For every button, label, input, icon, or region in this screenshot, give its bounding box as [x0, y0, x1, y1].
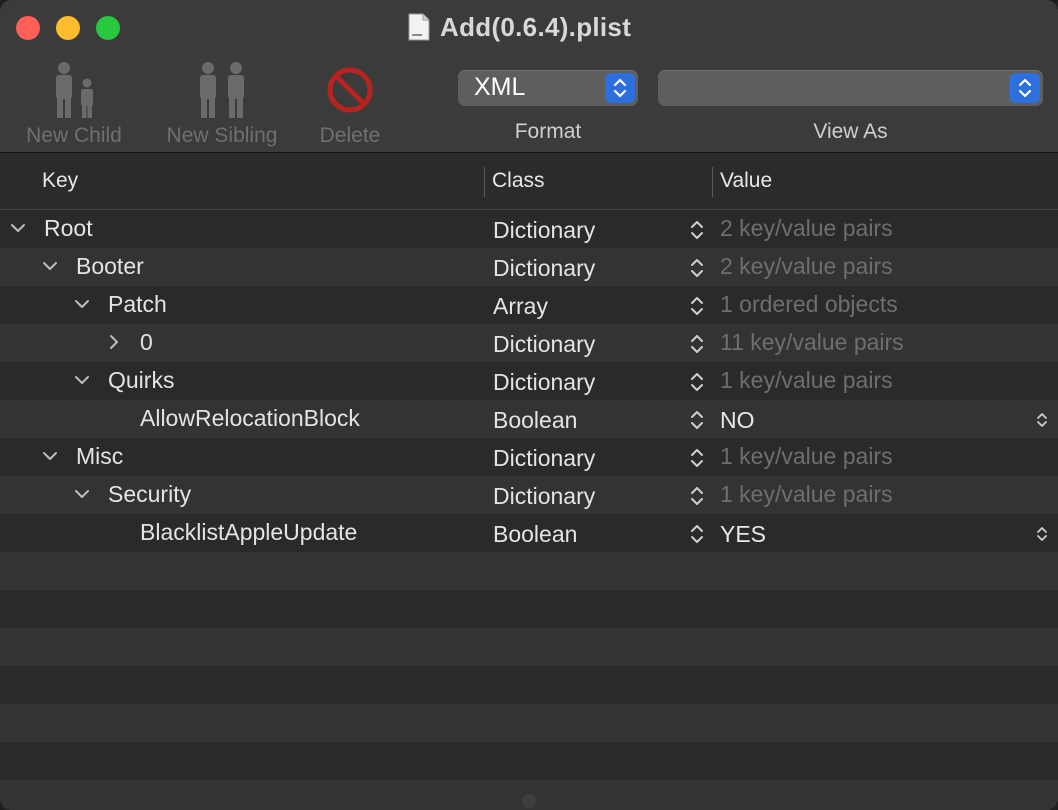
row-key[interactable]: BlacklistAppleUpdate — [140, 519, 357, 546]
row-class[interactable]: Dictionary — [493, 255, 595, 282]
column-header-class[interactable]: Class — [492, 169, 545, 193]
view-as-popup[interactable] — [658, 70, 1043, 106]
row-class[interactable]: Boolean — [493, 407, 577, 434]
table-row[interactable]: Security Dictionary 1 key/value pairs — [0, 476, 1058, 514]
updown-chevron-icon — [1010, 73, 1040, 103]
close-window-button[interactable] — [16, 16, 40, 40]
chevron-down-icon[interactable] — [73, 371, 91, 389]
new-child-button[interactable]: New Child — [18, 58, 130, 148]
value-popup-icon[interactable] — [1035, 411, 1049, 429]
row-value[interactable]: 2 key/value pairs — [720, 215, 893, 242]
chevron-down-icon[interactable] — [41, 447, 59, 465]
empty-row — [0, 666, 1058, 704]
row-key[interactable]: Misc — [76, 443, 123, 470]
class-stepper-icon[interactable] — [688, 294, 706, 318]
row-class[interactable]: Dictionary — [493, 483, 595, 510]
table-row[interactable]: BlacklistAppleUpdate Boolean YES — [0, 514, 1058, 552]
row-class[interactable]: Dictionary — [493, 369, 595, 396]
window-title-text: Add(0.6.4).plist — [440, 11, 632, 42]
class-stepper-icon[interactable] — [688, 256, 706, 280]
new-sibling-button[interactable]: New Sibling — [158, 58, 286, 148]
class-stepper-icon[interactable] — [688, 484, 706, 508]
chevron-down-icon[interactable] — [73, 295, 91, 313]
row-value[interactable]: 1 key/value pairs — [720, 367, 893, 394]
class-stepper-icon[interactable] — [688, 370, 706, 394]
row-class[interactable]: Dictionary — [493, 331, 595, 358]
siblings-icon — [200, 62, 244, 118]
row-value[interactable]: 1 key/value pairs — [720, 443, 893, 470]
row-value[interactable]: 11 key/value pairs — [720, 329, 904, 356]
row-value[interactable]: 1 key/value pairs — [720, 481, 893, 508]
table-header: Key Class Value — [0, 153, 1058, 210]
chevron-down-icon[interactable] — [41, 257, 59, 275]
format-label: Format — [514, 120, 582, 143]
empty-row — [0, 590, 1058, 628]
title-toolbar: Add(0.6.4).plist New Child New Sibling D… — [0, 0, 1058, 153]
empty-row — [0, 704, 1058, 742]
class-stepper-icon[interactable] — [688, 446, 706, 470]
class-stepper-icon[interactable] — [688, 218, 706, 242]
table-row[interactable]: Quirks Dictionary 1 key/value pairs — [0, 362, 1058, 400]
view-as-label: View As — [813, 120, 888, 143]
table-row[interactable]: Patch Array 1 ordered objects — [0, 286, 1058, 324]
table-row[interactable]: Booter Dictionary 2 key/value pairs — [0, 248, 1058, 286]
value-popup-icon[interactable] — [1035, 525, 1049, 543]
row-class[interactable]: Dictionary — [493, 445, 595, 472]
empty-row — [0, 552, 1058, 590]
table-row[interactable]: 0 Dictionary 11 key/value pairs — [0, 324, 1058, 362]
row-key[interactable]: Quirks — [108, 367, 174, 394]
row-value[interactable]: NO — [720, 407, 755, 434]
row-key[interactable]: Root — [44, 215, 93, 242]
new-child-label: New Child — [26, 124, 122, 147]
format-popup[interactable]: XML — [458, 70, 638, 106]
table-row[interactable]: Misc Dictionary 1 key/value pairs — [0, 438, 1058, 476]
zoom-window-button[interactable] — [96, 16, 120, 40]
chevron-right-icon[interactable] — [105, 333, 123, 351]
prohibited-icon — [327, 67, 373, 113]
chevron-down-icon[interactable] — [9, 219, 27, 237]
new-sibling-label: New Sibling — [166, 124, 278, 147]
delete-button[interactable]: Delete — [310, 58, 390, 148]
parent-child-icon — [56, 62, 93, 118]
row-value[interactable]: 1 ordered objects — [720, 291, 898, 318]
plist-file-icon — [408, 13, 430, 41]
plist-editor-window: Add(0.6.4).plist New Child New Sibling D… — [0, 0, 1058, 810]
updown-chevron-icon — [605, 73, 635, 103]
resize-handle[interactable] — [522, 794, 536, 808]
row-value[interactable]: YES — [720, 521, 766, 548]
column-header-key[interactable]: Key — [42, 169, 78, 193]
column-header-value[interactable]: Value — [720, 169, 772, 193]
class-stepper-icon[interactable] — [688, 522, 706, 546]
row-class[interactable]: Array — [493, 293, 548, 320]
row-class[interactable]: Boolean — [493, 521, 577, 548]
empty-row — [0, 742, 1058, 780]
row-key[interactable]: 0 — [140, 329, 153, 356]
delete-label: Delete — [319, 124, 381, 147]
class-stepper-icon[interactable] — [688, 332, 706, 356]
row-key[interactable]: Booter — [76, 253, 144, 280]
table-row[interactable]: Root Dictionary 2 key/value pairs — [0, 210, 1058, 248]
empty-row — [0, 628, 1058, 666]
window-title: Add(0.6.4).plist — [408, 10, 631, 44]
row-key[interactable]: Patch — [108, 291, 167, 318]
column-divider[interactable] — [484, 167, 485, 197]
minimize-window-button[interactable] — [56, 16, 80, 40]
row-class[interactable]: Dictionary — [493, 217, 595, 244]
outline-view: Root Dictionary 2 key/value pairs Booter… — [0, 210, 1058, 810]
table-row[interactable]: AllowRelocationBlock Boolean NO — [0, 400, 1058, 438]
chevron-down-icon[interactable] — [73, 485, 91, 503]
column-divider[interactable] — [712, 167, 713, 197]
class-stepper-icon[interactable] — [688, 408, 706, 432]
row-key[interactable]: AllowRelocationBlock — [140, 405, 360, 432]
format-value: XML — [474, 73, 526, 101]
row-key[interactable]: Security — [108, 481, 191, 508]
row-value[interactable]: 2 key/value pairs — [720, 253, 893, 280]
